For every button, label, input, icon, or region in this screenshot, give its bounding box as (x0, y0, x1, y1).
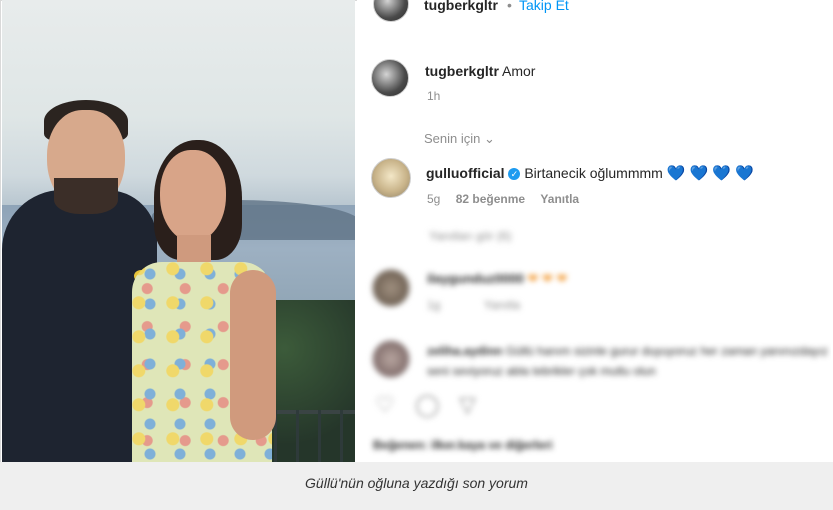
comment3-text: Güllü hanım sizinle gurur duyuyoruz her … (505, 344, 828, 358)
view-replies-link[interactable]: Yanıtları gör (6) (429, 229, 511, 243)
blue-hearts: 💙 💙 💙 💙 (666, 165, 754, 182)
comment2-line: ilaygunduz0000 ❤ ❤ ❤ (427, 271, 567, 287)
comment3-username[interactable]: zeliha.aydinn (427, 344, 502, 358)
comment-likes[interactable]: 82 beğenme (456, 192, 525, 206)
sort-label: Senin için (424, 131, 481, 146)
follow-button[interactable]: Takip Et (519, 0, 569, 13)
image-caption: Güllü'nün oğluna yazdığı son yorum (305, 475, 528, 491)
comment-meta: 5g 82 beğenme Yanıtla (427, 192, 579, 206)
instagram-comments-panel: tugberkgltr • Takip Et tugberkgltr Amor … (357, 0, 831, 462)
comment3-line: zeliha.aydinn Güllü hanım sizinle gurur … (427, 344, 828, 358)
reply-button[interactable]: Yanıtla (540, 192, 579, 206)
heart-icon[interactable]: ♡ (375, 392, 395, 418)
comment2-time: 1g (427, 298, 441, 312)
caption-line: tugberkgltr Amor (425, 63, 535, 79)
comment-username[interactable]: gulluofficial (426, 165, 505, 181)
caption-avatar[interactable] (371, 59, 409, 97)
likes-line[interactable]: Beğenen: ilker.kaya ve diğerleri (373, 438, 552, 452)
caption-time: 1h (427, 89, 441, 103)
comment2-reply[interactable]: Yanıtla (484, 298, 520, 312)
comment-text: Birtanecik oğlummmm (524, 165, 663, 181)
caption-text: Amor (502, 63, 536, 79)
comment-avatar[interactable] (371, 158, 411, 198)
sort-dropdown[interactable]: Senin için ⌄ (424, 131, 495, 147)
man-beard (54, 178, 118, 214)
comment-time: 5g (427, 192, 441, 206)
comment2-avatar[interactable] (372, 269, 410, 307)
woman-arm (230, 270, 276, 440)
comment3-avatar[interactable] (372, 340, 410, 378)
woman-neck (177, 235, 211, 265)
comment-icon[interactable]: ◯ (415, 392, 440, 418)
header-avatar[interactable] (373, 0, 409, 22)
share-icon[interactable]: ▽ (459, 392, 476, 418)
chevron-down-icon: ⌄ (484, 131, 495, 146)
post-photo (2, 0, 355, 462)
woman-face (160, 150, 226, 242)
header-dot: • (507, 0, 512, 13)
header-username[interactable]: tugberkgltr (424, 0, 498, 13)
verified-badge-icon: ✓ (508, 168, 521, 181)
orange-hearts: ❤ ❤ ❤ (527, 271, 568, 286)
comment-line: gulluofficial ✓ Birtanecik oğlummmm 💙 💙 … (426, 164, 754, 182)
comment2-meta: 1g Yanıtla (427, 298, 520, 312)
comment2-username[interactable]: ilaygunduz0000 (427, 271, 524, 286)
comment3-text2: seni seviyoruz abla tebrikler çok mutlu … (427, 364, 656, 378)
caption-username[interactable]: tugberkgltr (425, 63, 499, 79)
